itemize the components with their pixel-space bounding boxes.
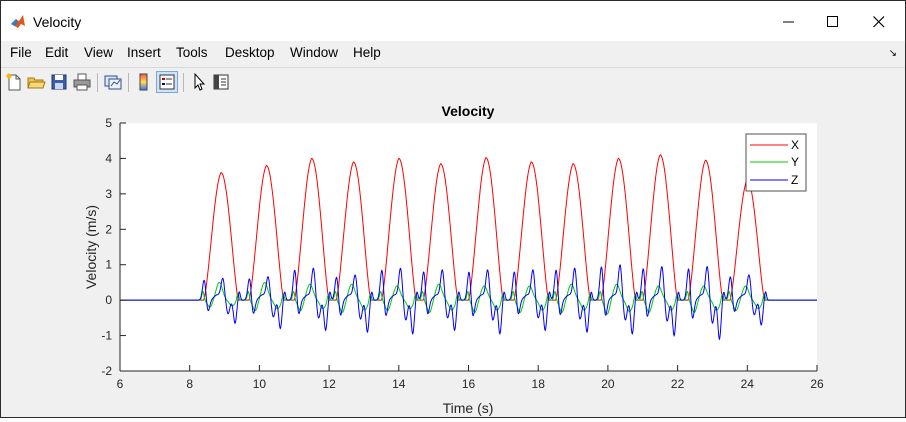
- figure-toolbar: [1, 67, 905, 99]
- y-tick-label: -1: [101, 329, 112, 343]
- close-icon: [873, 16, 885, 28]
- y-tick-label: 5: [105, 116, 112, 130]
- legend-label-z: Z: [791, 173, 798, 187]
- title-bar[interactable]: Velocity: [1, 1, 905, 41]
- property-inspector-icon[interactable]: [211, 72, 231, 92]
- x-tick-label: 20: [601, 377, 615, 391]
- close-button[interactable]: [867, 11, 891, 33]
- menu-file[interactable]: File: [10, 45, 32, 60]
- menu-edit[interactable]: Edit: [45, 45, 68, 60]
- menu-insert[interactable]: Insert: [127, 45, 161, 60]
- window-title: Velocity: [33, 14, 82, 30]
- y-axis-label: Velocity (m/s): [83, 205, 99, 289]
- edit-plot-arrow-icon[interactable]: [189, 72, 209, 92]
- x-tick-label: 18: [532, 377, 546, 391]
- dock-arrow-icon[interactable]: ↘: [889, 48, 897, 59]
- x-axis-label: Time (s): [443, 400, 494, 416]
- figure-canvas: 6 8 10 12 14 16 18 20 22 24 26 -2 -1 0 1 2 3 4 5 Velocity …: [1, 98, 905, 417]
- maximize-icon: [827, 16, 838, 27]
- axes-background[interactable]: [120, 123, 817, 371]
- legend[interactable]: X Y Z: [745, 133, 807, 192]
- x-tick-label: 26: [810, 377, 824, 391]
- menu-bar: File Edit View Insert Tools Desktop Wind…: [1, 41, 905, 67]
- save-icon[interactable]: [49, 72, 69, 92]
- menu-help[interactable]: Help: [353, 45, 381, 60]
- y-tick-label: 2: [105, 222, 112, 236]
- toolbar-separator: [128, 73, 129, 92]
- menu-view[interactable]: View: [84, 45, 113, 60]
- link-plot-icon[interactable]: [103, 72, 123, 92]
- open-file-icon[interactable]: [26, 72, 46, 92]
- x-tick-label: 8: [186, 377, 193, 391]
- chart-title: Velocity: [442, 103, 495, 119]
- velocity-plot[interactable]: 6 8 10 12 14 16 18 20 22 24 26-2-1012345 Velocity …: [1, 98, 905, 417]
- toolbar-separator: [97, 73, 98, 92]
- y-tick-label: 0: [105, 293, 112, 307]
- legend-label-x: X: [791, 138, 799, 152]
- colorbar-icon[interactable]: [134, 72, 154, 92]
- menu-window[interactable]: Window: [290, 45, 338, 60]
- figure-window: Velocity File Edit View Insert Tools Des…: [0, 0, 906, 418]
- y-tick-label: 1: [105, 258, 112, 272]
- x-tick-label: 12: [322, 377, 336, 391]
- y-tick-label: -2: [101, 364, 112, 378]
- x-tick-label: 14: [392, 377, 406, 391]
- menu-desktop[interactable]: Desktop: [225, 45, 275, 60]
- y-tick-label: 4: [105, 151, 112, 165]
- legend-label-y: Y: [791, 155, 799, 169]
- x-tick-label: 10: [253, 377, 267, 391]
- x-tick-label: 24: [741, 377, 755, 391]
- x-tick-label: 16: [462, 377, 476, 391]
- matlab-logo-icon: [10, 13, 26, 29]
- print-icon[interactable]: [72, 72, 92, 92]
- maximize-button[interactable]: [821, 11, 845, 33]
- x-tick-label: 6: [117, 377, 124, 391]
- menu-tools[interactable]: Tools: [176, 45, 208, 60]
- new-figure-icon[interactable]: [4, 72, 24, 92]
- minimize-button[interactable]: [777, 11, 801, 33]
- y-tick-label: 3: [105, 187, 112, 201]
- minimize-icon: [783, 21, 794, 23]
- legend-icon[interactable]: [156, 71, 178, 93]
- x-tick-label: 22: [671, 377, 685, 391]
- toolbar-separator: [183, 73, 184, 92]
